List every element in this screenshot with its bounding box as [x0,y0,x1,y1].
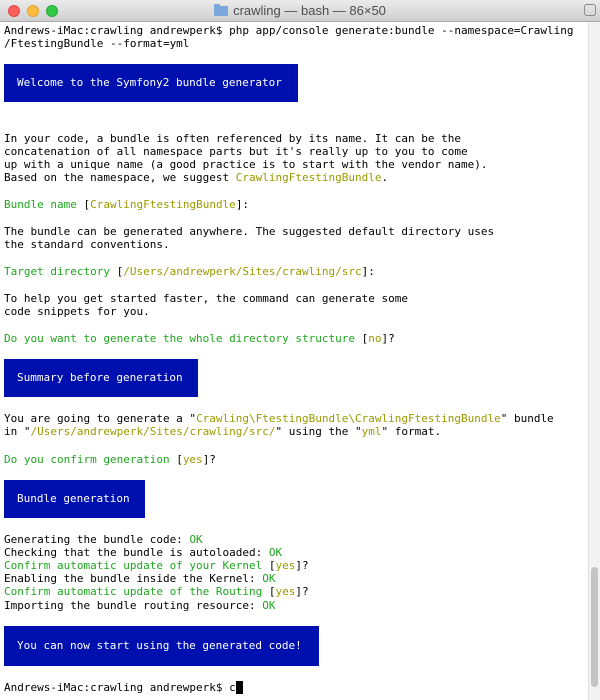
generation-step-3: Confirm automatic update of your Kernel … [4,559,309,572]
suggested-bundle-name: CrawlingFtestingBundle [235,171,382,184]
intro-line-4: Based on the namespace, we suggest Crawl… [4,171,389,184]
toolbar-toggle-button[interactable] [584,4,596,16]
bundle-name-prompt: Bundle name [CrawlingFtestingBundle]: [4,198,250,211]
window-title-text: crawling — bash — 86×50 [233,3,386,18]
banner-summary: Summary before generation [4,359,198,397]
intro-line-3: up with a unique name (a good practice i… [4,158,488,171]
generation-step-2: Checking that the bundle is autoloaded: … [4,546,283,559]
generation-step-6: Importing the bundle routing resource: O… [4,599,276,612]
shell-prompt: Andrews-iMac:crawling andrewperk$ [4,681,230,694]
vertical-scrollbar[interactable] [588,22,600,700]
summary-line-2: in "/Users/andrewperk/Sites/crawling/src… [4,425,442,438]
directory-info-line-2: the standard conventions. [4,238,170,251]
text-cursor [235,681,243,694]
generation-step-5: Confirm automatic update of the Routing … [4,585,309,598]
shell-prompt-line[interactable]: Andrews-iMac:crawling andrewperk$ c [4,681,243,694]
snippets-info-line-1: To help you get started faster, the comm… [4,292,408,305]
intro-line-2: concatenation of all namespace parts but… [4,145,468,158]
scrollbar-thumb[interactable] [591,567,598,687]
banner-generation: Bundle generation [4,480,145,518]
window-title: crawling — bash — 86×50 [0,0,600,22]
terminal-window: crawling — bash — 86×50 Andrews-iMac:cra… [0,0,600,700]
folder-icon [214,4,229,16]
title-bar[interactable]: crawling — bash — 86×50 [0,0,600,22]
command-line-1: Andrews-iMac:crawling andrewperk$ php ap… [4,24,574,37]
banner-welcome: Welcome to the Symfony2 bundle generator [4,64,298,102]
target-directory-prompt: Target directory [/Users/andrewperk/Site… [4,265,375,278]
generation-step-1: Generating the bundle code: OK [4,533,203,546]
shell-input[interactable]: c [229,681,236,694]
terminal-output[interactable]: Andrews-iMac:crawling andrewperk$ php ap… [0,22,588,700]
banner-done: You can now start using the generated co… [4,626,319,666]
summary-line-1: You are going to generate a "Crawling\Ft… [4,412,554,425]
directory-structure-prompt: Do you want to generate the whole direct… [4,332,395,345]
directory-info-line-1: The bundle can be generated anywhere. Th… [4,225,495,238]
command-line-2: /FtestingBundle --format=yml [4,37,190,50]
snippets-info-line-2: code snippets for you. [4,305,150,318]
intro-line-1: In your code, a bundle is often referenc… [4,132,461,145]
confirm-generation-prompt: Do you confirm generation [yes]? [4,453,216,466]
generation-step-4: Enabling the bundle inside the Kernel: O… [4,572,276,585]
